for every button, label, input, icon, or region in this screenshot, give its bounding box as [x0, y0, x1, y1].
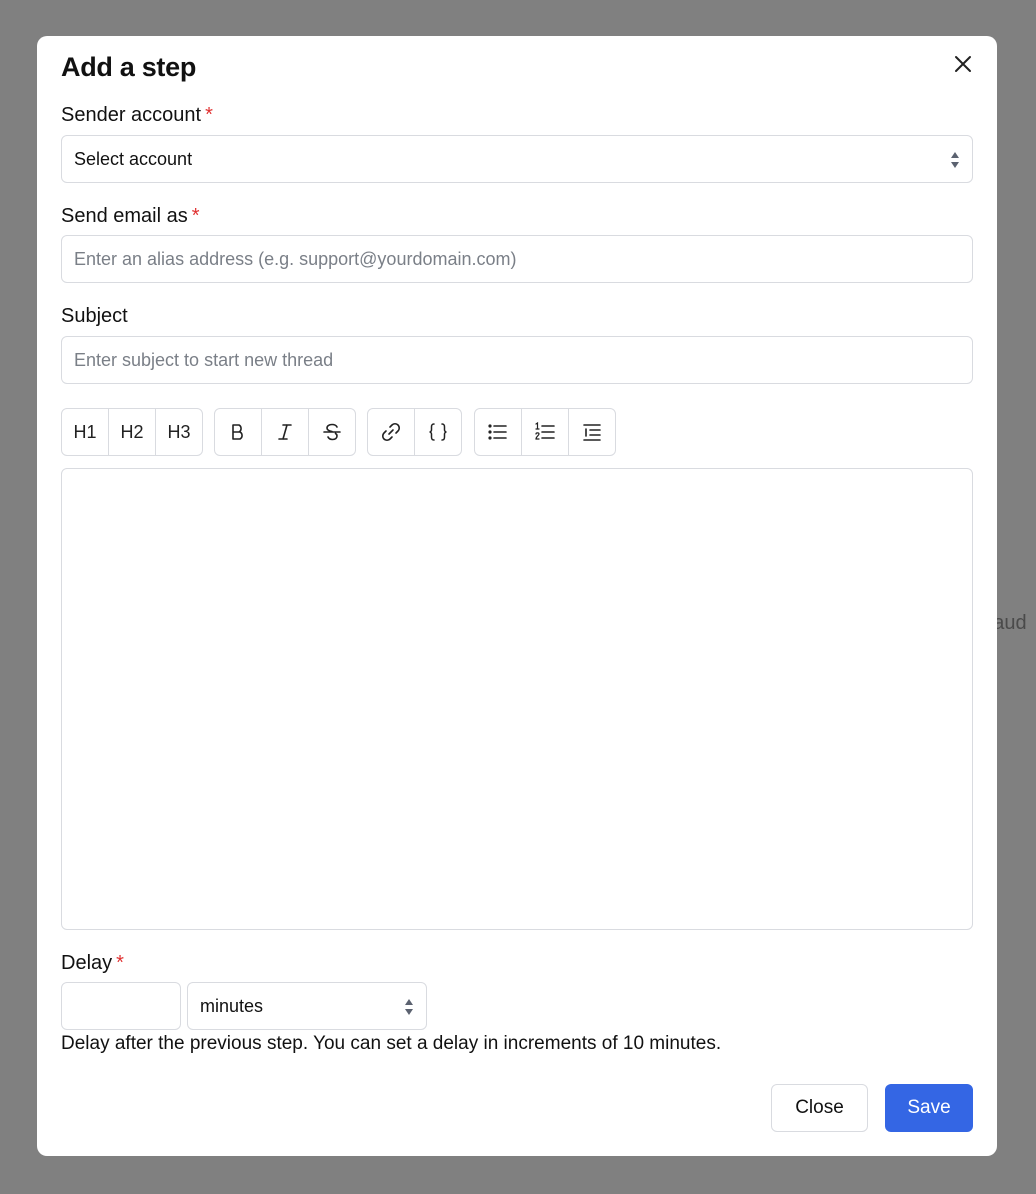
sender-account-value: Select account [74, 149, 193, 169]
heading-2-button[interactable]: H2 [109, 409, 156, 455]
required-asterisk: * [191, 205, 200, 227]
required-asterisk: * [205, 104, 213, 126]
subject-label: Subject [61, 305, 128, 327]
strikethrough-button[interactable] [309, 409, 355, 455]
delay-unit-select[interactable]: minutes [187, 982, 427, 1030]
bold-button[interactable] [215, 409, 262, 455]
save-button[interactable]: Save [885, 1084, 973, 1132]
insert-toolbar-group [367, 408, 462, 456]
delay-label: Delay * [61, 952, 124, 975]
send-email-as-label-text: Send email as [61, 205, 188, 227]
add-step-modal: Add a step Sender account * Select accoun… [37, 36, 997, 1156]
code-braces-icon [429, 423, 447, 441]
format-toolbar-group [214, 408, 356, 456]
delay-unit-value: minutes [200, 996, 264, 1016]
select-arrows-icon [405, 999, 413, 1015]
code-button[interactable] [415, 409, 461, 455]
indent-list-button[interactable] [569, 409, 615, 455]
bullet-list-button[interactable] [475, 409, 522, 455]
delay-label-text: Delay [61, 952, 113, 974]
sender-account-label-text: Sender account [61, 104, 202, 126]
strikethrough-icon [323, 423, 341, 441]
subject-input[interactable] [61, 336, 973, 384]
select-arrows-icon [951, 152, 959, 168]
numbered-list-button[interactable] [522, 409, 569, 455]
heading-toolbar-group: H1 H2 H3 [61, 408, 203, 456]
italic-button[interactable] [262, 409, 309, 455]
close-button[interactable]: Close [771, 1084, 868, 1132]
email-body-editor[interactable] [61, 468, 973, 930]
modal-title: Add a step [61, 52, 197, 82]
send-email-as-label: Send email as * [61, 205, 200, 228]
delay-amount-input[interactable] [61, 982, 181, 1030]
sender-account-select[interactable]: Select account [61, 135, 973, 183]
heading-3-button[interactable]: H3 [156, 409, 202, 455]
indent-list-icon [583, 424, 601, 441]
send-email-as-input[interactable] [61, 235, 973, 283]
link-icon [381, 422, 401, 442]
bold-icon [232, 424, 243, 440]
heading-1-button[interactable]: H1 [62, 409, 109, 455]
bullet-list-icon [488, 424, 507, 440]
link-button[interactable] [368, 409, 415, 455]
required-asterisk: * [116, 952, 124, 974]
sender-account-label: Sender account * [61, 104, 213, 127]
numbered-list-icon [535, 421, 555, 440]
close-icon[interactable] [951, 52, 975, 76]
list-toolbar-group [474, 408, 616, 456]
italic-icon [278, 424, 292, 440]
delay-help-text: Delay after the previous step. You can s… [61, 1033, 722, 1054]
